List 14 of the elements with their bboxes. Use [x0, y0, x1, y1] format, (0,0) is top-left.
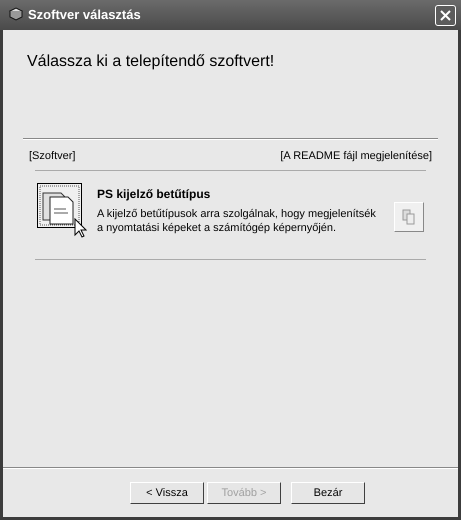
documents-icon	[402, 209, 416, 225]
close-button[interactable]	[435, 4, 456, 26]
installer-icon	[8, 7, 24, 23]
software-name: PS kijelző betűtípus	[97, 186, 212, 203]
close-icon	[440, 10, 451, 20]
column-label: [Szoftver]	[29, 149, 76, 164]
software-description: A kijelző betűtípusok arra szolgálnak, hogy megjelenítsék a nyomtatási képeket a számítógép képernyőjén.	[97, 207, 377, 235]
dialog-button[interactable]: Bezár	[291, 482, 365, 504]
window-title: Szoftver választás	[28, 6, 142, 24]
font-document-icon[interactable]	[37, 183, 87, 239]
page-heading: Válassza ki a telepítendő szoftvert!	[27, 53, 274, 70]
dialog-button[interactable]: < Vissza	[130, 482, 204, 504]
column-label: [A README fájl megjelenítése]	[280, 149, 432, 164]
readme-button[interactable]	[394, 202, 424, 232]
